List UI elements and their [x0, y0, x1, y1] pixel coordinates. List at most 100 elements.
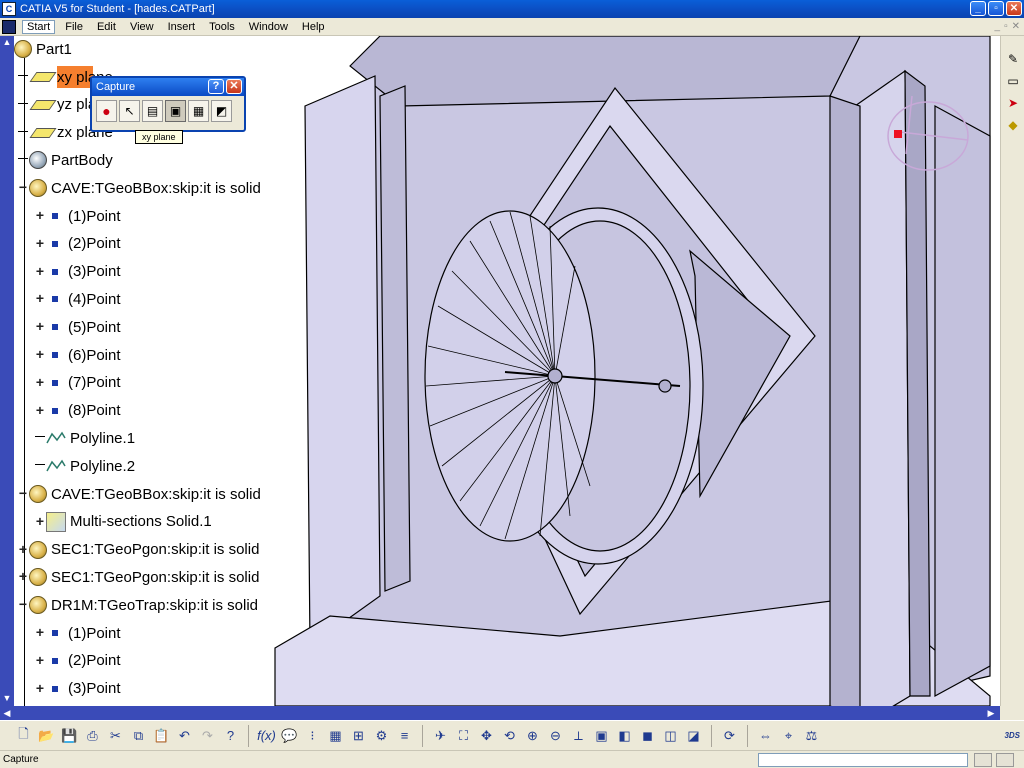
tree-vertical-scrollbar[interactable]: ▲ ▼: [0, 36, 14, 706]
expand-icon[interactable]: +: [34, 319, 46, 333]
tree-item[interactable]: + (3)Point: [34, 677, 121, 701]
tree-item[interactable]: + (7)Point: [34, 371, 121, 395]
command-input[interactable]: [758, 753, 968, 767]
tree-item[interactable]: + (1)Point: [34, 204, 121, 228]
status-button-2[interactable]: [996, 753, 1014, 767]
expand-icon[interactable]: +: [34, 653, 46, 667]
open-file-icon[interactable]: 📂: [37, 726, 57, 746]
menu-start[interactable]: Start: [22, 19, 56, 34]
expand-icon[interactable]: +: [34, 681, 46, 695]
insert-body-icon[interactable]: ➤: [1004, 94, 1022, 112]
menu-tools[interactable]: Tools: [205, 21, 239, 33]
expand-icon[interactable]: +: [34, 514, 46, 528]
help-button[interactable]: ?: [208, 79, 224, 94]
doc-close-icon[interactable]: ✕: [1012, 21, 1020, 32]
expand-icon[interactable]: +: [34, 236, 46, 250]
tree-item[interactable]: + (6)Point: [34, 343, 121, 367]
zoom-out-icon[interactable]: ⊖: [546, 726, 566, 746]
redo-icon[interactable]: ↷: [198, 726, 218, 746]
tree-item[interactable]: + (3)Point: [34, 260, 121, 284]
tree-item[interactable]: + (5)Point: [34, 315, 121, 339]
expand-icon[interactable]: +: [17, 569, 29, 583]
tree-item[interactable]: + (4)Point: [34, 287, 121, 311]
doc-minimize-icon[interactable]: _: [995, 21, 1001, 32]
tree-item[interactable]: − CAVE:TGeoBBox:skip:it is solid: [17, 482, 261, 506]
shading-icon[interactable]: ◼: [638, 726, 658, 746]
expand-icon[interactable]: +: [34, 208, 46, 222]
table-icon[interactable]: ▦: [326, 726, 346, 746]
tree-item[interactable]: − CAVE:TGeoBBox:skip:it is solid: [17, 176, 261, 200]
collapse-icon[interactable]: −: [17, 180, 29, 194]
copy-icon[interactable]: ⧉: [129, 726, 149, 746]
tree-item[interactable]: + (1)Point: [34, 621, 121, 645]
expand-icon[interactable]: +: [34, 625, 46, 639]
sketcher-icon[interactable]: ✎: [1004, 50, 1022, 68]
scroll-down-icon[interactable]: ▼: [1, 692, 13, 704]
save-icon[interactable]: 💾: [60, 726, 80, 746]
tree-item[interactable]: + (2)Point: [34, 232, 121, 256]
expand-icon[interactable]: +: [34, 291, 46, 305]
multi-view-icon[interactable]: ▣: [592, 726, 612, 746]
tree-expand-icon[interactable]: ⊞: [349, 726, 369, 746]
scroll-left-icon[interactable]: ◀: [1, 707, 13, 719]
menu-file[interactable]: File: [61, 21, 87, 33]
tree-item[interactable]: + (2)Point: [34, 649, 121, 673]
capture-icon[interactable]: ▣: [165, 100, 186, 122]
fit-all-icon[interactable]: ⛶: [454, 726, 474, 746]
iso-view-icon[interactable]: ◧: [615, 726, 635, 746]
formula-icon[interactable]: f(x): [257, 726, 277, 746]
hide-show-icon[interactable]: ◫: [661, 726, 681, 746]
tree-item[interactable]: — Polyline.2: [34, 454, 135, 478]
scroll-right-icon[interactable]: ▶: [985, 707, 997, 719]
whats-this-icon[interactable]: ?: [221, 726, 241, 746]
tree-item[interactable]: — Polyline.1: [34, 426, 135, 450]
tree-item[interactable]: + SEC1:TGeoPgon:skip:it is solid: [17, 538, 259, 562]
catalog-icon[interactable]: ⚙: [372, 726, 392, 746]
knowledge-icon[interactable]: ⁝: [303, 726, 323, 746]
print-icon[interactable]: ⎙: [83, 726, 103, 746]
menu-window[interactable]: Window: [245, 21, 292, 33]
maximize-button[interactable]: ▫: [988, 1, 1004, 16]
exit-workbench-icon[interactable]: ▭: [1004, 72, 1022, 90]
normal-view-icon[interactable]: ⟂: [569, 726, 589, 746]
expand-icon[interactable]: +: [17, 542, 29, 556]
comment-icon[interactable]: 💬: [280, 726, 300, 746]
capture-title-bar[interactable]: Capture ? ✕: [92, 78, 244, 96]
tree-item[interactable]: + (8)Point: [34, 399, 121, 423]
swap-visible-icon[interactable]: ◪: [684, 726, 704, 746]
paste-icon[interactable]: 📋: [152, 726, 172, 746]
cut-icon[interactable]: ✂: [106, 726, 126, 746]
update-icon[interactable]: ⟳: [720, 726, 740, 746]
options-icon[interactable]: ▤: [142, 100, 163, 122]
horizontal-scrollbar[interactable]: ◀ ▶: [0, 706, 1000, 720]
menu-help[interactable]: Help: [298, 21, 329, 33]
expand-icon[interactable]: +: [34, 375, 46, 389]
pan-icon[interactable]: ✥: [477, 726, 497, 746]
expand-icon[interactable]: +: [34, 264, 46, 278]
record-icon[interactable]: ●: [96, 100, 117, 122]
expand-icon[interactable]: +: [34, 403, 46, 417]
measure-icon[interactable]: ◆: [1004, 116, 1022, 134]
menu-view[interactable]: View: [126, 21, 158, 33]
select-icon[interactable]: ↖: [119, 100, 140, 122]
collapse-icon[interactable]: −: [17, 486, 29, 500]
measure-inertia-icon[interactable]: ⚖: [802, 726, 822, 746]
list-icon[interactable]: ≡: [395, 726, 415, 746]
rotate-icon[interactable]: ⟲: [500, 726, 520, 746]
tree-item[interactable]: − DR1M:TGeoTrap:skip:it is solid: [17, 593, 258, 617]
close-button[interactable]: ✕: [1006, 1, 1022, 16]
album-icon[interactable]: ▦: [188, 100, 209, 122]
tree-item[interactable]: — PartBody: [17, 148, 113, 172]
tree-root[interactable]: Part1: [14, 37, 72, 61]
document-icon[interactable]: [2, 19, 16, 34]
menu-insert[interactable]: Insert: [164, 21, 200, 33]
settings-icon[interactable]: ◩: [211, 100, 232, 122]
tree-item[interactable]: + SEC1:TGeoPgon:skip:it is solid: [17, 565, 259, 589]
catia-app-icon[interactable]: C: [2, 2, 16, 16]
measure-item-icon[interactable]: ⌖: [779, 726, 799, 746]
measure-between-icon[interactable]: ⇔: [756, 726, 776, 746]
fly-mode-icon[interactable]: ✈: [431, 726, 451, 746]
undo-icon[interactable]: ↶: [175, 726, 195, 746]
menu-edit[interactable]: Edit: [93, 21, 120, 33]
minimize-button[interactable]: _: [970, 1, 986, 16]
